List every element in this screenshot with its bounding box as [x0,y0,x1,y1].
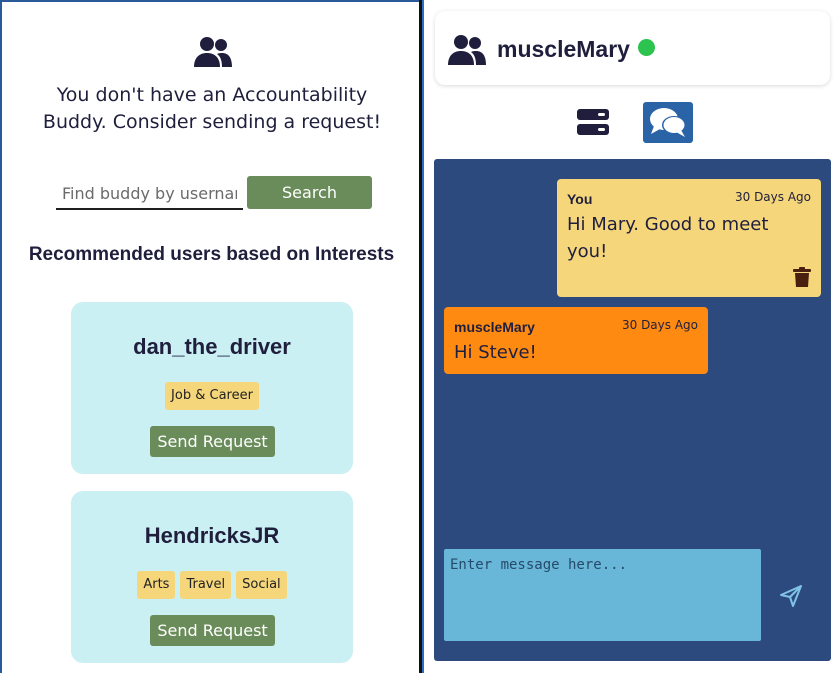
message-text: Hi Steve! [454,342,537,363]
chat-messages-area: You 30 Days Ago Hi Mary. Good to meet yo… [434,159,831,661]
chat-panel: muscleMary You 30 Days Ago Hi Mary. Good… [424,0,840,673]
message-timestamp: 30 Days Ago [621,318,698,332]
user-card: HendricksJR Arts Travel Social Send Requ… [71,491,353,663]
own-message: You 30 Days Ago Hi Mary. Good to meet yo… [557,179,821,297]
recommended-users-heading: Recommended users based on Interests [28,244,395,265]
partner-message: muscleMary 30 Days Ago Hi Steve! [444,307,708,374]
buddy-search-input[interactable] [56,178,243,210]
message-text: Hi Mary. Good to meet you! [567,214,769,262]
interest-tags: Job & Career [71,382,353,410]
interest-tag: Job & Career [165,382,259,410]
message-sender: You [567,191,593,207]
buddy-panel: You don't have an Accountability Buddy. … [0,0,419,673]
interest-tag: Travel [180,571,232,599]
interest-tag: Arts [137,571,176,599]
send-request-button[interactable]: Send Request [150,426,275,457]
message-timestamp: 30 Days Ago [734,190,811,204]
message-sender: muscleMary [454,319,535,335]
message-input[interactable] [444,549,761,641]
chat-partner-username: muscleMary [497,36,630,62]
send-request-button[interactable]: Send Request [150,615,275,646]
server-stack-icon[interactable] [576,108,610,136]
online-status-dot [638,39,655,56]
chat-view-toggle[interactable] [643,102,693,143]
interest-tag: Social [236,571,287,599]
search-button[interactable]: Search [247,176,372,209]
chat-header: muscleMary [435,11,830,85]
user-card-username: dan_the_driver [133,334,291,359]
people-icon [448,35,486,65]
interest-tags: Arts Travel Social [71,571,353,599]
chat-bubbles-icon [650,108,686,137]
user-card-username: HendricksJR [144,523,280,548]
trash-icon[interactable] [793,267,811,287]
people-icon [194,37,232,67]
no-buddy-message: You don't have an Accountability Buddy. … [42,84,382,133]
paper-plane-icon[interactable] [779,584,803,608]
user-card: dan_the_driver Job & Career Send Request [71,302,353,474]
